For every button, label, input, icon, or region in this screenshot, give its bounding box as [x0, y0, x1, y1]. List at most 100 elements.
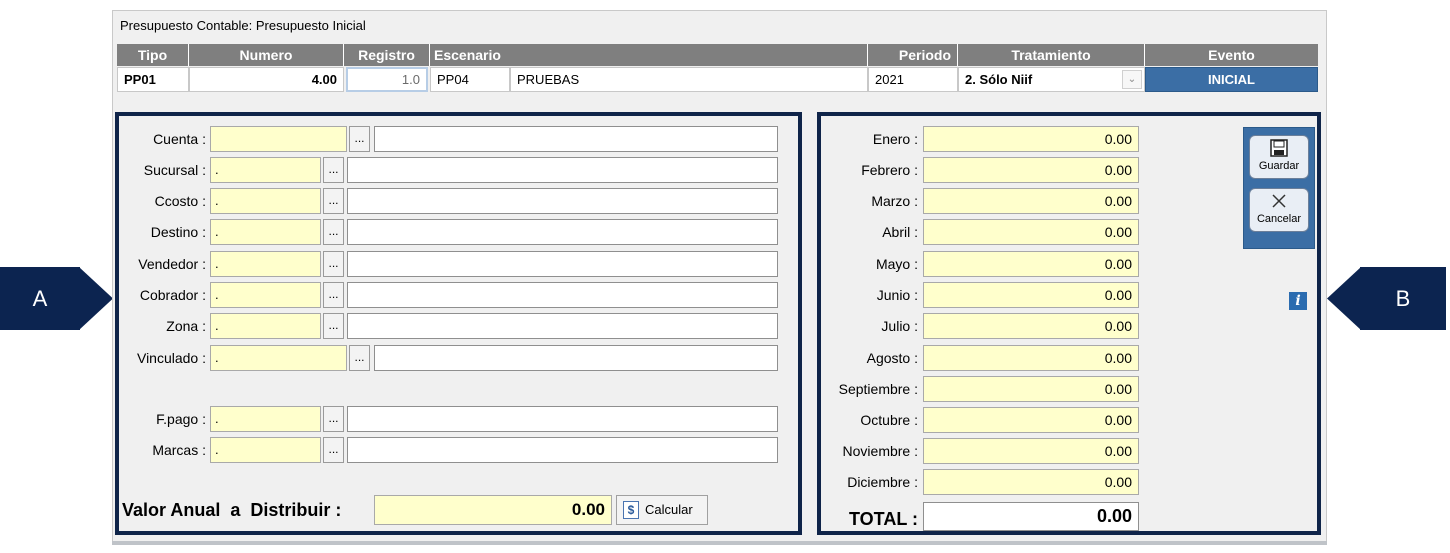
window-bottom-edge	[112, 541, 1327, 545]
vendedor-code-input[interactable]: .	[210, 251, 321, 277]
col-evento: Evento	[1145, 44, 1318, 66]
tratamiento-select[interactable]: 2. Sólo Niif ⌄	[958, 67, 1145, 92]
marcas-description-input[interactable]	[347, 437, 778, 463]
col-tipo: Tipo	[117, 44, 189, 66]
ccosto-label: Ccosto :	[154, 193, 206, 209]
marcas-lookup-button[interactable]: ...	[323, 437, 344, 463]
month-label-abril: Abril :	[882, 224, 918, 240]
month-label-noviembre: Noviembre :	[842, 443, 918, 459]
month-input-mayo[interactable]: 0.00	[923, 251, 1139, 277]
month-label-agosto: Agosto :	[866, 350, 918, 366]
destino-lookup-button[interactable]: ...	[323, 219, 344, 245]
month-input-noviembre[interactable]: 0.00	[923, 438, 1139, 464]
evento-badge: INICIAL	[1145, 67, 1318, 92]
tools-cancel-icon	[1272, 194, 1286, 208]
calcular-button[interactable]: $ Calcular	[616, 495, 708, 525]
fpago-code-input[interactable]: .	[210, 406, 321, 432]
vinculado-lookup-button[interactable]: ...	[349, 345, 370, 371]
calcular-label: Calcular	[645, 502, 693, 517]
vendedor-description-input[interactable]	[347, 251, 778, 277]
cuenta-label: Cuenta :	[153, 131, 206, 147]
month-input-marzo[interactable]: 0.00	[923, 188, 1139, 214]
vinculado-description-input[interactable]	[374, 345, 778, 371]
callout-b-arrow	[1327, 267, 1361, 330]
cobrador-description-input[interactable]	[347, 282, 778, 308]
zona-description-input[interactable]	[347, 313, 778, 339]
guardar-label: Guardar	[1258, 160, 1300, 172]
callout-b: B	[1360, 267, 1446, 330]
vendedor-lookup-button[interactable]: ...	[323, 251, 344, 277]
cobrador-label: Cobrador :	[139, 287, 206, 303]
valor-anual-input[interactable]: 0.00	[374, 495, 612, 525]
total-value: 0.00	[923, 502, 1139, 531]
tipo-field[interactable]: PP01	[117, 67, 189, 92]
cuenta-code-input[interactable]	[210, 126, 347, 152]
periodo-field[interactable]: 2021	[868, 67, 958, 92]
dollar-icon: $	[623, 501, 639, 519]
month-label-junio: Junio :	[876, 287, 918, 303]
callout-a: A	[0, 267, 80, 330]
month-label-septiembre: Septiembre :	[838, 381, 918, 397]
cuenta-description-input[interactable]	[374, 126, 778, 152]
destino-description-input[interactable]	[347, 219, 778, 245]
tratamiento-value: 2. Sólo Niif	[965, 72, 1033, 87]
zona-label: Zona :	[166, 318, 206, 334]
fpago-label: F.pago :	[156, 411, 206, 427]
month-input-junio[interactable]: 0.00	[923, 282, 1139, 308]
month-input-abril[interactable]: 0.00	[923, 219, 1139, 245]
month-label-diciembre: Diciembre :	[847, 474, 918, 490]
escenario-name-field[interactable]: PRUEBAS	[510, 67, 868, 92]
sucursal-label: Sucursal :	[143, 162, 206, 178]
month-label-enero: Enero :	[872, 131, 918, 147]
valor-anual-label: Valor Anual a Distribuir :	[122, 500, 342, 520]
numero-field[interactable]: 4.00	[189, 67, 344, 92]
vendedor-label: Vendedor :	[138, 256, 206, 272]
zona-code-input[interactable]: .	[210, 313, 321, 339]
month-label-julio: Julio :	[881, 318, 918, 334]
month-input-octubre[interactable]: 0.00	[923, 407, 1139, 433]
col-periodo: Periodo	[868, 44, 958, 66]
sucursal-lookup-button[interactable]: ...	[323, 157, 344, 183]
month-label-febrero: Febrero :	[861, 162, 918, 178]
ccosto-code-input[interactable]: .	[210, 188, 321, 214]
fpago-description-input[interactable]	[347, 406, 778, 432]
month-input-febrero[interactable]: 0.00	[923, 157, 1139, 183]
total-label: TOTAL :	[849, 509, 918, 529]
escenario-code-field[interactable]: PP04	[430, 67, 510, 92]
month-input-enero[interactable]: 0.00	[923, 126, 1139, 152]
chevron-down-icon[interactable]: ⌄	[1122, 70, 1142, 89]
month-input-septiembre[interactable]: 0.00	[923, 376, 1139, 402]
marcas-code-input[interactable]: .	[210, 437, 321, 463]
info-icon[interactable]: i	[1289, 292, 1307, 310]
cancelar-button[interactable]: Cancelar	[1249, 188, 1309, 232]
col-escenario: Escenario	[430, 44, 868, 66]
vinculado-code-input[interactable]: .	[210, 345, 347, 371]
save-icon	[1270, 139, 1288, 157]
guardar-button[interactable]: Guardar	[1249, 135, 1309, 179]
month-input-agosto[interactable]: 0.00	[923, 345, 1139, 371]
cancelar-label: Cancelar	[1256, 213, 1302, 225]
month-input-julio[interactable]: 0.00	[923, 313, 1139, 339]
ccosto-description-input[interactable]	[347, 188, 778, 214]
fpago-lookup-button[interactable]: ...	[323, 406, 344, 432]
ccosto-lookup-button[interactable]: ...	[323, 188, 344, 214]
col-tratamiento: Tratamiento	[958, 44, 1145, 66]
sucursal-code-input[interactable]: .	[210, 157, 321, 183]
month-label-octubre: Octubre :	[860, 412, 918, 428]
window-title: Presupuesto Contable: Presupuesto Inicia…	[120, 18, 366, 33]
callout-a-arrow	[79, 267, 113, 330]
month-label-mayo: Mayo :	[875, 256, 918, 272]
destino-code-input[interactable]: .	[210, 219, 321, 245]
col-numero: Numero	[189, 44, 344, 66]
cobrador-lookup-button[interactable]: ...	[323, 282, 344, 308]
marcas-label: Marcas :	[152, 442, 206, 458]
cuenta-lookup-button[interactable]: ...	[349, 126, 370, 152]
zona-lookup-button[interactable]: ...	[323, 313, 344, 339]
destino-label: Destino :	[150, 224, 206, 240]
col-registro: Registro	[344, 44, 430, 66]
sucursal-description-input[interactable]	[347, 157, 778, 183]
month-label-marzo: Marzo :	[871, 193, 918, 209]
month-input-diciembre[interactable]: 0.00	[923, 469, 1139, 495]
registro-field[interactable]: 1.0	[346, 67, 428, 92]
cobrador-code-input[interactable]: .	[210, 282, 321, 308]
